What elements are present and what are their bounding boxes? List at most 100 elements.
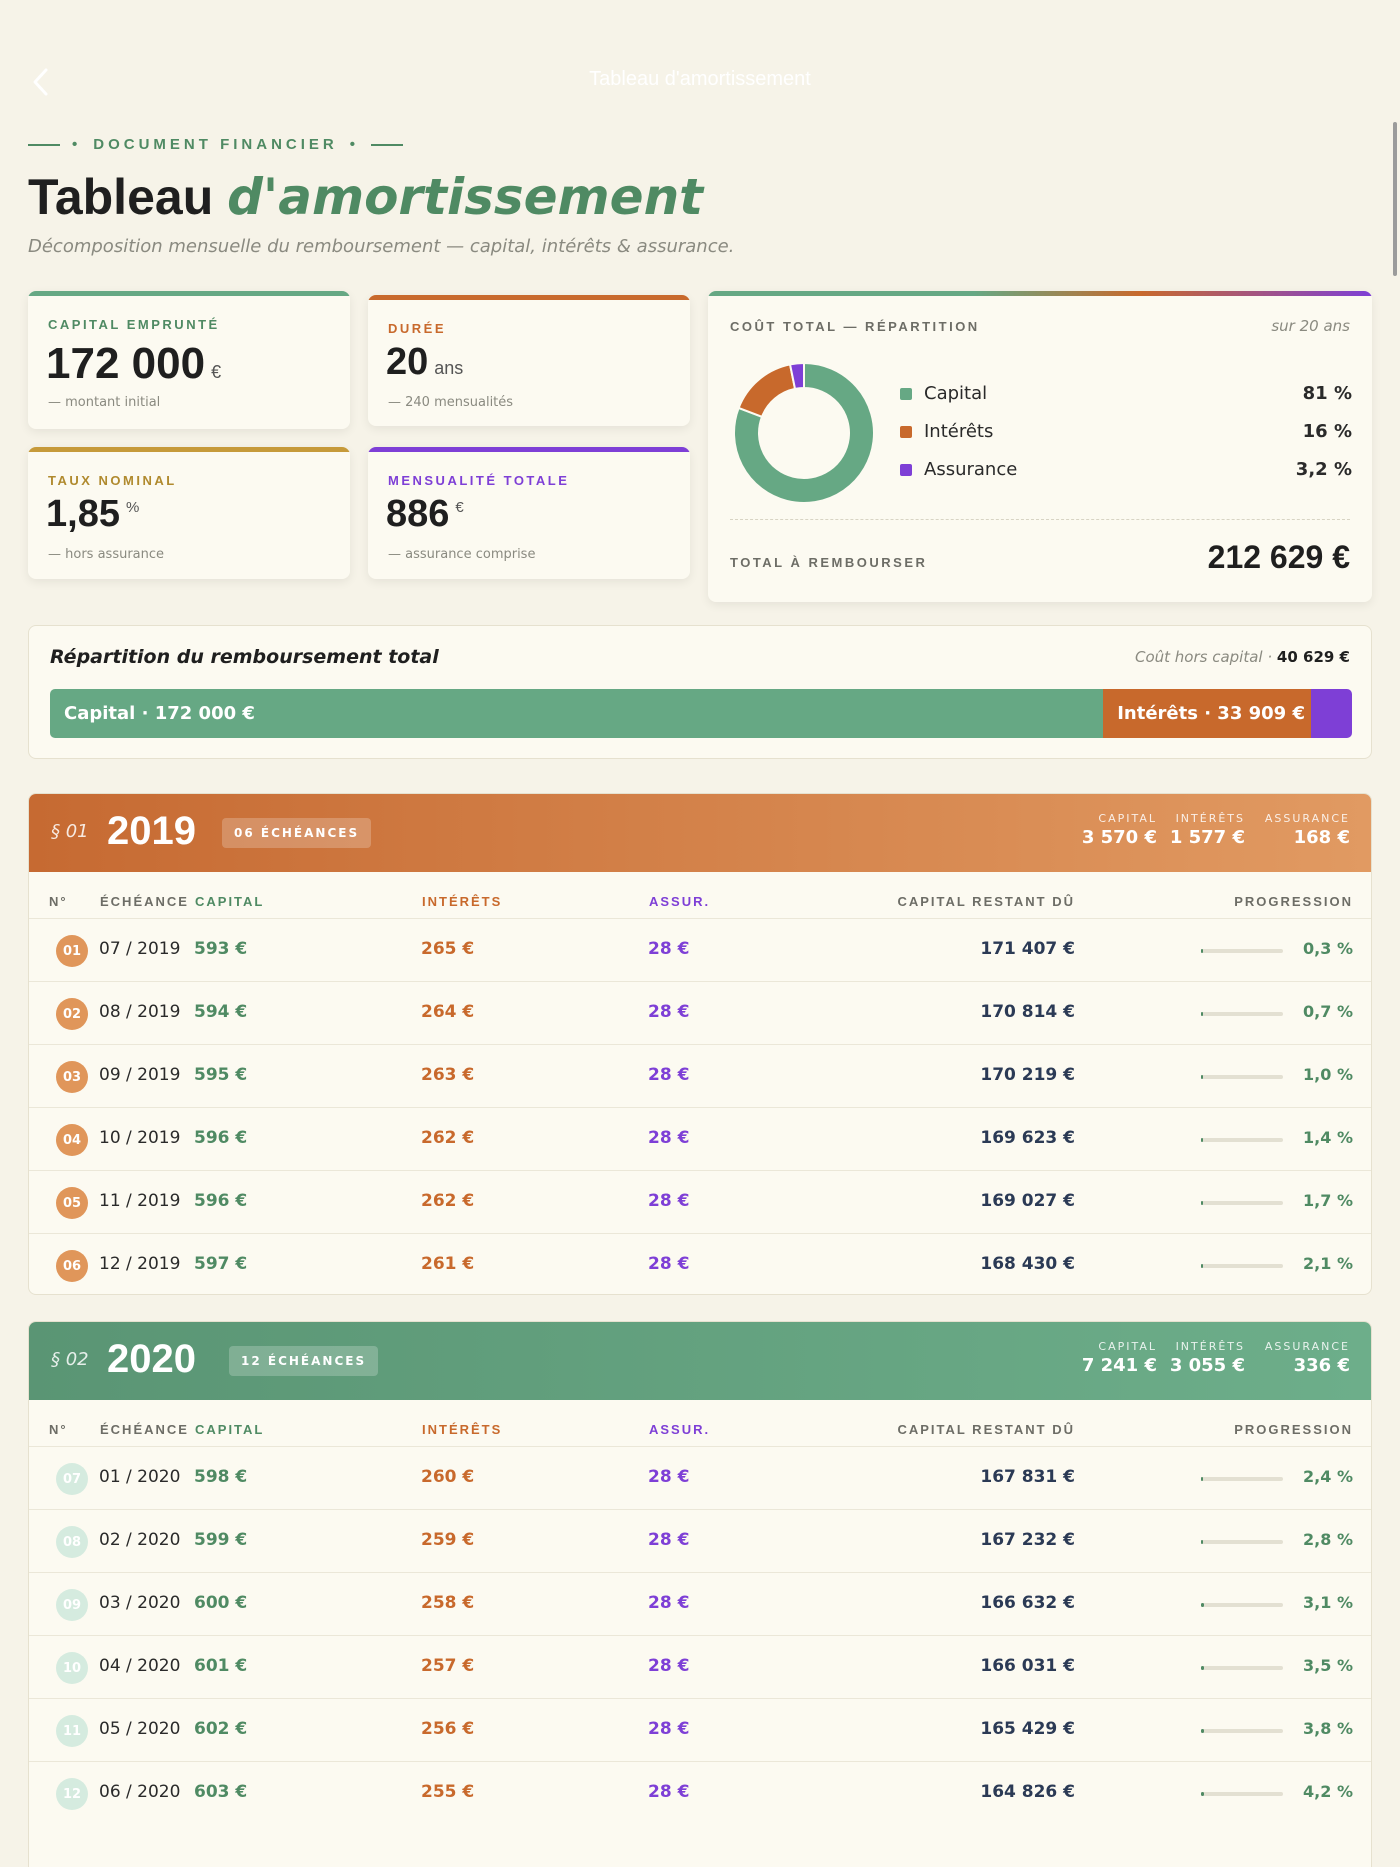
legend-pct: 3,2 % — [1295, 459, 1352, 480]
cell-date: 02 / 2020 — [99, 1530, 181, 1550]
eyebrow-dot-left: • — [72, 136, 82, 153]
kpi-note: — montant initial — [48, 395, 161, 410]
cell-interets: 257 € — [421, 1656, 475, 1676]
table-row[interactable]: 03 09 / 2019 595 € 263 € 28 € 170 219 € 1,0 % — [29, 1044, 1371, 1107]
cell-date: 03 / 2020 — [99, 1593, 181, 1613]
scrollbar-thumb[interactable] — [1393, 122, 1397, 276]
total-label: ASSURANCE — [1264, 1340, 1350, 1353]
table-row[interactable]: 08 02 / 2020 599 € 259 € 28 € 167 232 € 2,8 % — [29, 1509, 1371, 1572]
divider — [730, 519, 1350, 520]
kpi-unit: ans — [434, 358, 464, 378]
cell-capital: 603 € — [194, 1782, 248, 1802]
table-row[interactable]: 07 01 / 2020 598 € 260 € 28 € 167 831 € 2,4 % — [29, 1446, 1371, 1509]
donut-slice-interets — [737, 363, 797, 419]
cost-header: COÛT TOTAL — RÉPARTITION — [730, 319, 980, 334]
cell-capital: 602 € — [194, 1719, 248, 1739]
legend-swatch — [900, 463, 912, 476]
total-value: 168 € — [1293, 827, 1350, 848]
table-row[interactable]: 01 07 / 2019 593 € 265 € 28 € 171 407 € 0,3 % — [29, 918, 1371, 981]
cell-progression: 1,7 % — [1303, 1191, 1353, 1210]
installment-number: 06 — [56, 1250, 88, 1282]
split-cost-excl-capital: Coût hors capital · 40 629 € — [1135, 648, 1350, 666]
page-title: Tableau d'amortissement — [28, 168, 703, 226]
cell-capital-restant: 166 632 € — [980, 1593, 1075, 1613]
cell-interets: 260 € — [421, 1467, 475, 1487]
card-stripe — [28, 291, 350, 296]
table-row[interactable]: 02 08 / 2019 594 € 264 € 28 € 170 814 € 0,7 % — [29, 981, 1371, 1044]
year-header[interactable]: § 02 2020 12 ÉCHÉANCES CAPITAL 7 241 € INTÉRÊ… — [29, 1322, 1371, 1400]
kpi-label: MENSUALITÉ TOTALE — [388, 473, 570, 488]
page-title-main: Tableau — [28, 169, 214, 225]
table-row[interactable]: 11 05 / 2020 602 € 256 € 28 € 165 429 € 3,8 % — [29, 1698, 1371, 1761]
split-segment-interets: Intérêts · 33 909 € — [1103, 689, 1311, 738]
total-label: CAPITAL — [1098, 812, 1157, 825]
cell-capital-restant: 166 031 € — [980, 1656, 1075, 1676]
year-label: 2020 — [107, 1337, 196, 1381]
cell-capital: 600 € — [194, 1593, 248, 1613]
cell-progression: 2,1 % — [1303, 1254, 1353, 1273]
table-row[interactable]: 10 04 / 2020 601 € 257 € 28 € 166 031 € 3,5 % — [29, 1635, 1371, 1698]
cell-capital-restant: 165 429 € — [980, 1719, 1075, 1739]
kpi-label: CAPITAL EMPRUNTÉ — [48, 317, 220, 332]
table-row[interactable]: 05 11 / 2019 596 € 262 € 28 € 169 027 € 1,7 % — [29, 1170, 1371, 1233]
legend-name: Assurance — [924, 459, 1018, 480]
cell-capital-restant: 170 814 € — [980, 1002, 1075, 1022]
card-stripe — [708, 291, 1372, 296]
card-stripe — [28, 447, 350, 452]
cell-capital-restant: 169 027 € — [980, 1191, 1075, 1211]
cell-date: 04 / 2020 — [99, 1656, 181, 1676]
cell-assurance: 28 € — [648, 1593, 690, 1613]
cell-capital: 594 € — [194, 1002, 248, 1022]
col-header-num: N° — [49, 894, 68, 909]
kpi-number: 886 — [386, 493, 450, 535]
cell-date: 10 / 2019 — [99, 1128, 181, 1148]
kpi-card-taux: TAUX NOMINAL 1,85% — hors assurance — [28, 447, 350, 579]
total-label: INTÉRÊTS — [1175, 1340, 1245, 1353]
cell-date: 09 / 2019 — [99, 1065, 181, 1085]
cost-breakdown-card: COÛT TOTAL — RÉPARTITION sur 20 ans Capi… — [708, 291, 1372, 602]
cell-assurance: 28 € — [648, 1002, 690, 1022]
total-value: 1 577 € — [1169, 827, 1245, 848]
cell-capital: 599 € — [194, 1530, 248, 1550]
kpi-card-capital: CAPITAL EMPRUNTÉ 172 000 € — montant init… — [28, 291, 350, 429]
cell-assurance: 28 € — [648, 1782, 690, 1802]
installment-number: 11 — [56, 1715, 88, 1747]
cell-interets: 262 € — [421, 1128, 475, 1148]
cell-progression: 3,1 % — [1303, 1593, 1353, 1612]
table-row[interactable]: 04 10 / 2019 596 € 262 € 28 € 169 623 € 1,4 % — [29, 1107, 1371, 1170]
cell-date: 06 / 2020 — [99, 1782, 181, 1802]
kpi-note: — hors assurance — [48, 547, 165, 562]
col-header-interets: INTÉRÊTS — [422, 1422, 503, 1437]
year-total-assurance: ASSURANCE 336 € — [1265, 1340, 1350, 1376]
cell-interets: 264 € — [421, 1002, 475, 1022]
nav-title: Tableau d'amortissement — [589, 68, 811, 90]
progress-fill — [1201, 1138, 1203, 1142]
progress-fill — [1201, 1012, 1203, 1016]
installment-number: 04 — [56, 1124, 88, 1156]
legend-capital: Capital 81 % — [900, 383, 1352, 404]
kpi-card-mensualite: MENSUALITÉ TOTALE 886 € — assurance compr… — [368, 447, 690, 579]
total-value: 3 055 € — [1169, 1355, 1245, 1376]
year-header[interactable]: § 01 2019 06 ÉCHÉANCES CAPITAL 3 570 € INTÉRÊ… — [29, 794, 1371, 872]
cell-capital-restant: 171 407 € — [980, 939, 1075, 959]
installment-number: 03 — [56, 1061, 88, 1093]
cell-capital: 597 € — [194, 1254, 248, 1274]
cell-assurance: 28 € — [648, 1191, 690, 1211]
cell-assurance: 28 € — [648, 1128, 690, 1148]
installments-badge: 06 ÉCHÉANCES — [222, 818, 372, 848]
table-row[interactable]: 12 06 / 2020 603 € 255 € 28 € 164 826 € 4,2 % — [29, 1761, 1371, 1824]
table-row[interactable]: 06 12 / 2019 597 € 261 € 28 € 168 430 € 2,1 % — [29, 1233, 1371, 1294]
installment-number: 05 — [56, 1187, 88, 1219]
table-row[interactable]: 09 03 / 2020 600 € 258 € 28 € 166 632 € 3,1 % — [29, 1572, 1371, 1635]
total-label: INTÉRÊTS — [1175, 812, 1245, 825]
progress-fill — [1201, 1075, 1203, 1079]
legend-pct: 81 % — [1302, 383, 1352, 404]
legend-pct: 16 % — [1302, 421, 1352, 442]
year-total-assurance: ASSURANCE 168 € — [1265, 812, 1350, 848]
eyebrow-dot-right: • — [349, 136, 360, 153]
cell-interets: 258 € — [421, 1593, 475, 1613]
eyebrow-rule-left — [28, 143, 60, 146]
cell-date: 12 / 2019 — [99, 1254, 181, 1274]
cell-capital: 598 € — [194, 1467, 248, 1487]
eyebrow-text: DOCUMENT FINANCIER — [93, 136, 338, 153]
